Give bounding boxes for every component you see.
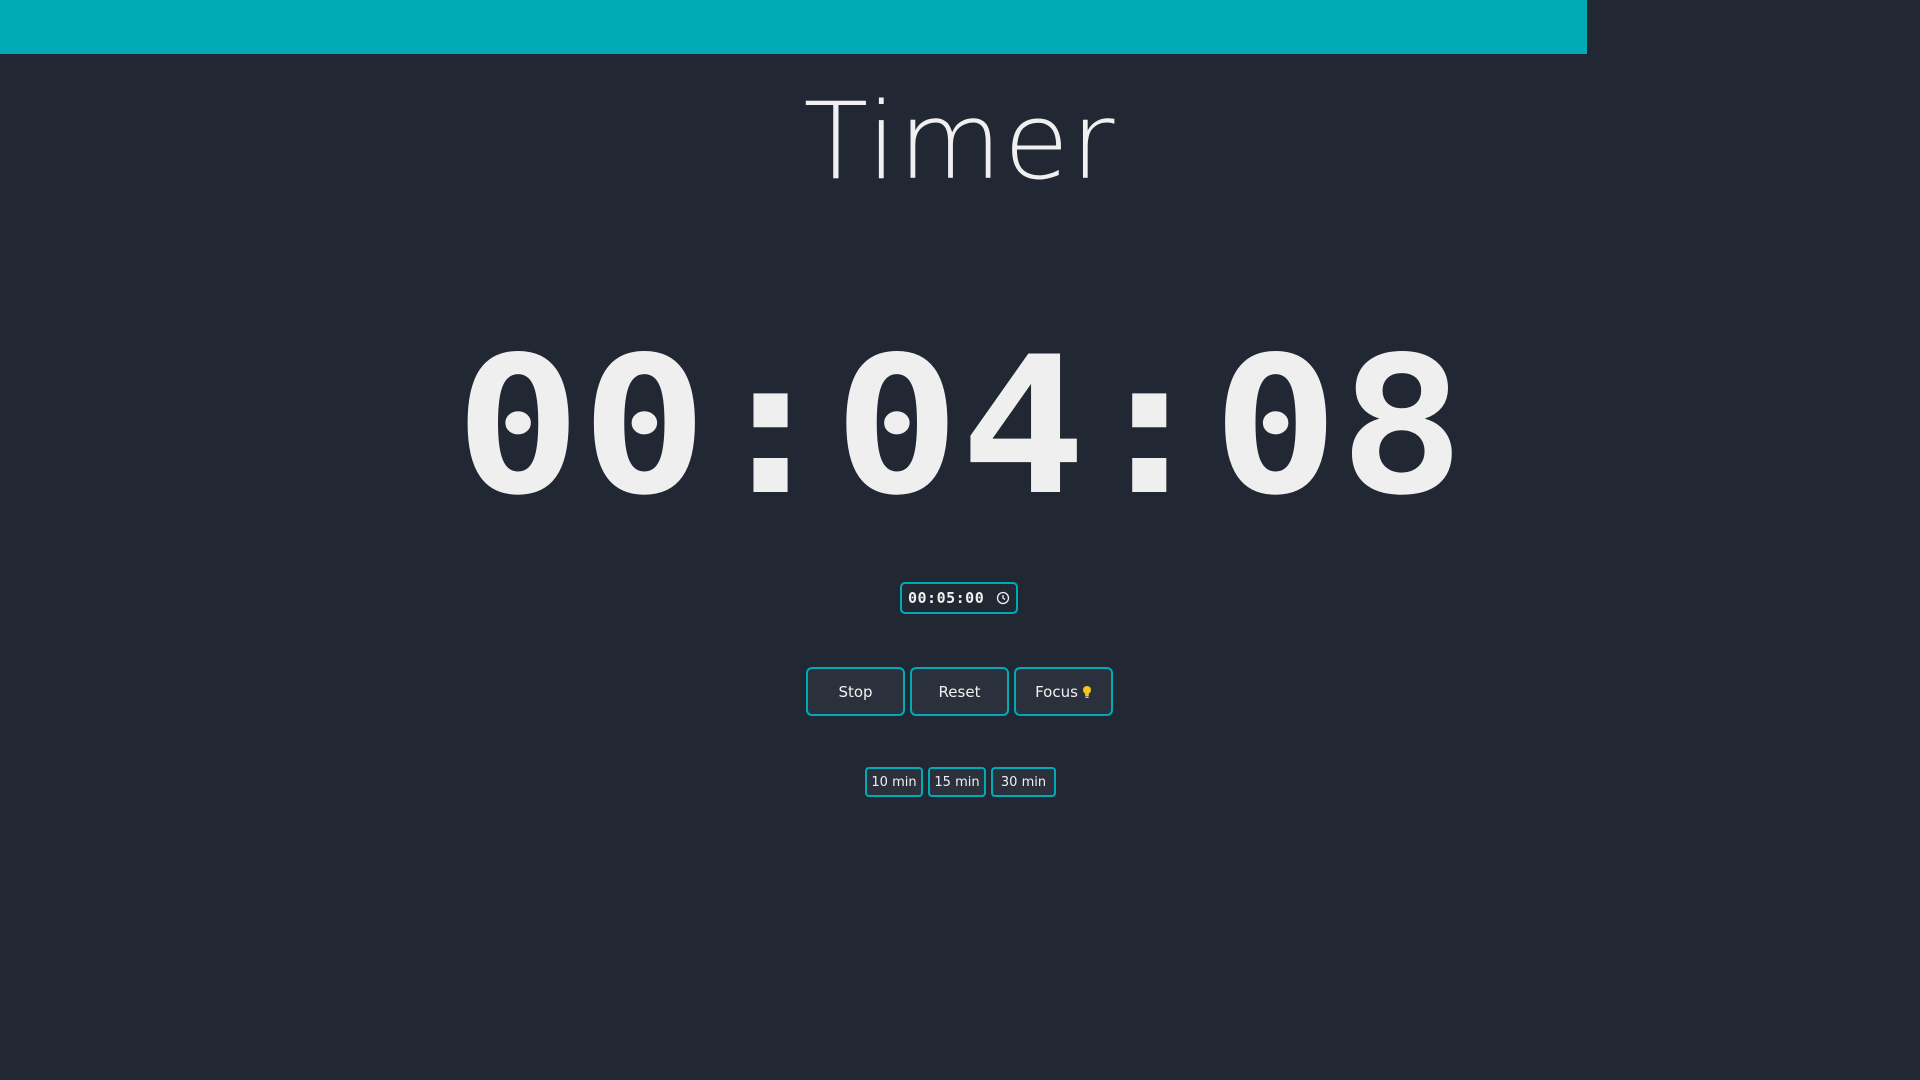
duration-input[interactable]: 00:05:00 [900, 582, 1018, 614]
stop-button-label: Stop [838, 682, 873, 701]
countdown-text: 00:04:08 [455, 330, 1465, 530]
preset-label: 15 min [934, 774, 980, 790]
preset-10-min-button[interactable]: 10 min [865, 767, 923, 797]
stop-button[interactable]: Stop [806, 667, 905, 716]
timer-page: Timer 00:04:08 00:05:00 Stop Reset Focus [0, 0, 1920, 1080]
reset-button[interactable]: Reset [910, 667, 1009, 716]
countdown-display: 00:04:08 [440, 330, 1480, 530]
page-title: Timer [803, 80, 1117, 203]
focus-button-label: Focus [1035, 682, 1078, 701]
clock-icon[interactable] [996, 591, 1010, 605]
preset-15-min-button[interactable]: 15 min [928, 767, 986, 797]
preset-30-min-button[interactable]: 30 min [991, 767, 1056, 797]
preset-buttons: 10 min 15 min 30 min [865, 767, 1056, 797]
control-buttons: Stop Reset Focus [806, 667, 1113, 716]
top-bar [0, 0, 1587, 54]
focus-button[interactable]: Focus [1014, 667, 1113, 716]
preset-label: 30 min [1000, 774, 1047, 790]
lightbulb-icon [1082, 685, 1092, 699]
reset-button-label: Reset [938, 682, 981, 701]
preset-label: 10 min [871, 774, 917, 790]
duration-value: 00:05:00 [908, 589, 985, 607]
